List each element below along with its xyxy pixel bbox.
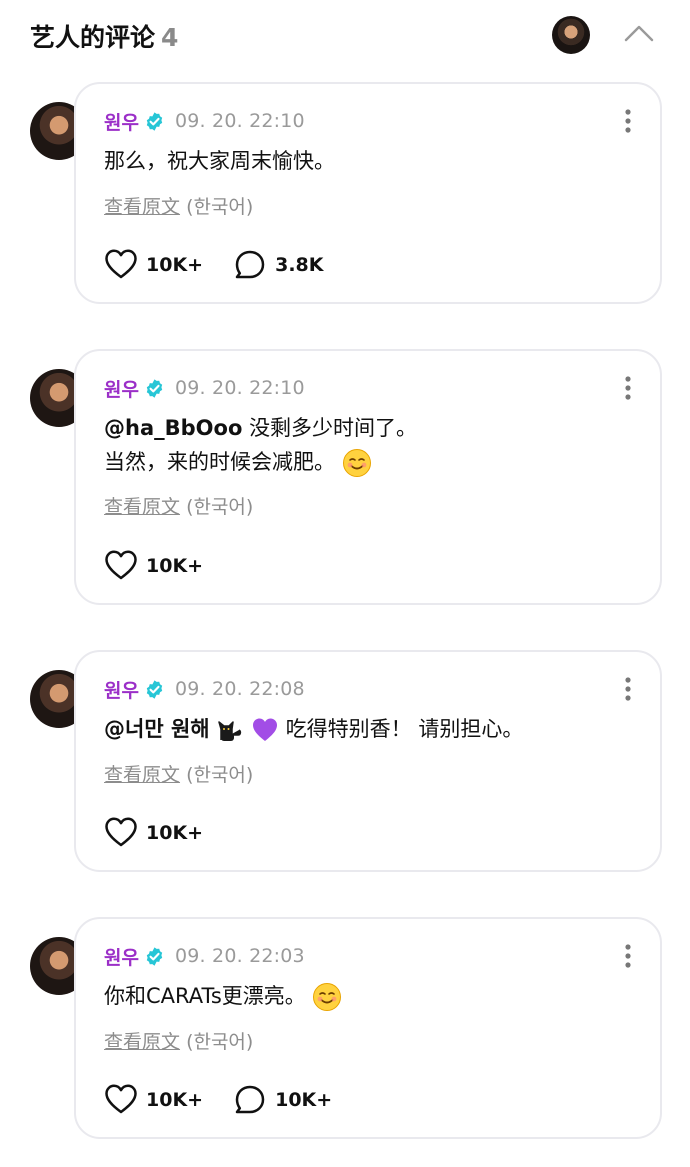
comment-time: 09. 20. 22:03 [174,945,305,967]
reply-count: 3.8K [275,254,324,276]
section-title-label: 艺人的评论 [30,23,156,52]
reply-button[interactable]: 10K+ [233,1083,332,1117]
speech-bubble-icon [235,1085,265,1114]
like-count: 10K+ [146,822,204,844]
comment-card: 원우 09. 20. 22:03 你和CARATs更漂亮。 查看原文 (한국어) [74,917,662,1139]
like-count: 10K+ [146,254,204,276]
view-original: 查看原文 (한국어) [104,192,253,219]
like-count: 10K+ [146,555,204,577]
section-header: 艺人的评论 4 [0,0,690,70]
comment-item: 원우 09. 20. 22:08 @너만 원해 吃得特别香！ 请别担心。 查看原… [30,650,662,872]
like-button[interactable]: 10K+ [104,549,203,583]
black-cat-emoji [218,721,242,741]
heart-outline-icon [105,550,137,580]
view-original-link[interactable]: 查看原文 [104,496,180,518]
comment-actions: 10K+ [104,549,233,583]
reply-count: 10K+ [275,1089,333,1111]
author-name[interactable]: 원우 [104,943,139,970]
view-original: 查看原文 (한국어) [104,1027,253,1054]
comment-actions: 10K+ [104,816,233,850]
comment-meta: 원우 09. 20. 22:03 [104,943,305,969]
comment-line: 吃得特别香！ 请别担心。 [285,717,524,741]
comment-line: 你和CARATs更漂亮。 [104,984,306,1008]
comment-meta: 원우 09. 20. 22:10 [104,108,305,134]
original-language: (한국어) [186,196,254,218]
like-count: 10K+ [146,1089,204,1111]
comment-meta: 원우 09. 20. 22:10 [104,375,305,401]
verified-badge-icon [146,111,163,131]
heart-outline-icon [105,249,137,279]
comment-text: @ha_BbOoo 没剩多少时间了。 当然，来的时候会减肥。 [104,411,417,479]
comment-card: 원우 09. 20. 22:10 @ha_BbOoo 没剩多少时间了。 当然，来… [74,349,662,605]
mention-link[interactable]: @너만 원해 [104,717,210,741]
collapse-button[interactable] [622,18,656,48]
comment-text: 你和CARATs更漂亮。 [104,979,342,1013]
comment-text: @너만 원해 吃得特别香！ 请别担心。 [104,712,523,746]
verified-badge-icon [146,946,163,966]
more-vertical-icon[interactable] [622,375,634,401]
comment-item: 원우 09. 20. 22:10 那么，祝大家周末愉快。 查看原文 (한국어) … [30,82,662,304]
purple-heart-emoji [252,718,277,741]
original-language: (한국어) [186,496,254,518]
like-button[interactable]: 10K+ [104,248,203,282]
original-language: (한국어) [186,1031,254,1053]
author-name[interactable]: 원우 [104,375,139,402]
author-name[interactable]: 원우 [104,108,139,135]
comment-item: 원우 09. 20. 22:03 你和CARATs更漂亮。 查看原文 (한국어) [30,917,662,1139]
smiling-face-emoji [313,983,342,1011]
smiling-face-emoji [342,449,371,477]
comment-time: 09. 20. 22:10 [174,110,305,132]
comment-time: 09. 20. 22:08 [174,678,305,700]
comment-text: 那么，祝大家周末愉快。 [104,144,335,178]
verified-badge-icon [146,679,163,699]
comment-count: 4 [161,23,179,52]
section-title: 艺人的评论 4 [30,18,178,54]
comment-actions: 10K+ 10K+ [104,1083,362,1117]
view-original-link[interactable]: 查看原文 [104,1031,180,1053]
comment-card: 원우 09. 20. 22:10 那么，祝大家周末愉快。 查看原文 (한국어) … [74,82,662,304]
comment-card: 원우 09. 20. 22:08 @너만 원해 吃得特别香！ 请别担心。 查看原… [74,650,662,872]
comment-item: 원우 09. 20. 22:10 @ha_BbOoo 没剩多少时间了。 当然，来… [30,349,662,605]
comment-time: 09. 20. 22:10 [174,377,305,399]
like-button[interactable]: 10K+ [104,816,203,850]
view-original: 查看原文 (한국어) [104,760,253,787]
more-vertical-icon[interactable] [622,943,634,969]
original-language: (한국어) [186,764,254,786]
view-original: 查看原文 (한국어) [104,492,253,519]
comment-meta: 원우 09. 20. 22:08 [104,676,305,702]
reply-button[interactable]: 3.8K [233,248,323,282]
artist-avatar[interactable] [552,16,590,54]
comment-line: 那么，祝大家周末愉快。 [104,149,335,173]
view-original-link[interactable]: 查看原文 [104,764,180,786]
heart-outline-icon [105,1084,137,1114]
more-vertical-icon[interactable] [622,108,634,134]
view-original-link[interactable]: 查看原文 [104,196,180,218]
speech-bubble-icon [235,250,265,279]
comment-line: 没剩多少时间了。 [249,416,418,440]
like-button[interactable]: 10K+ [104,1083,203,1117]
verified-badge-icon [146,378,163,398]
author-name[interactable]: 원우 [104,676,139,703]
chevron-up-icon [624,25,654,42]
comment-actions: 10K+ 3.8K [104,248,353,282]
heart-outline-icon [105,817,137,847]
more-vertical-icon[interactable] [622,676,634,702]
mention-link[interactable]: @ha_BbOoo [104,416,242,440]
comment-line: 当然，来的时候会减肥。 [104,450,335,474]
